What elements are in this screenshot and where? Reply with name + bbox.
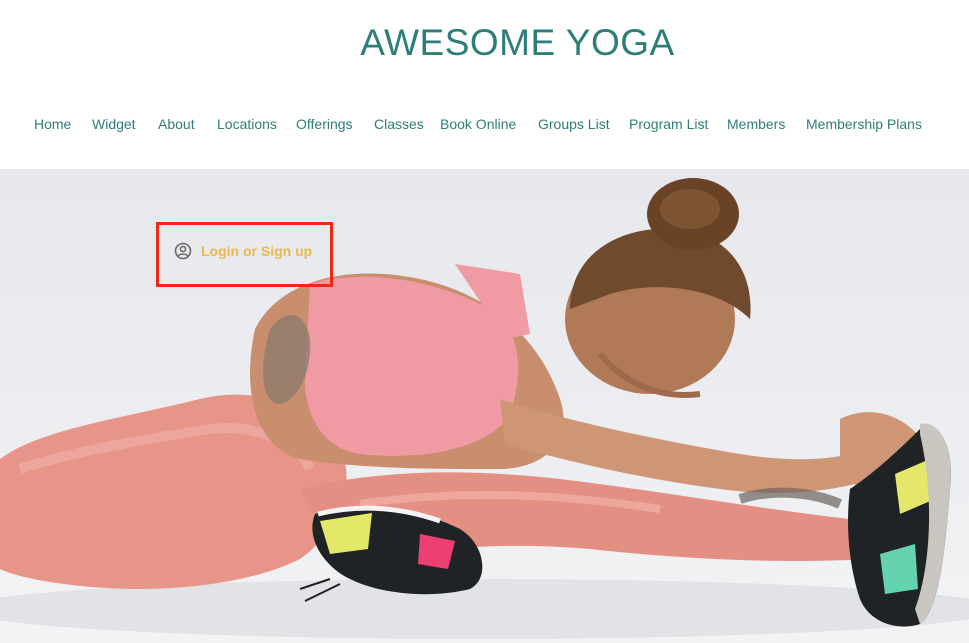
nav-item-members[interactable]: Members [727,113,785,135]
site-header: AWESOME YOGA Home Widget About Locations… [0,0,969,169]
nav-item-membership-plans[interactable]: Membership Plans [806,113,922,135]
nav-item-about[interactable]: About [158,113,195,135]
yoga-stretch-illustration [0,178,969,639]
nav-item-book-online[interactable]: Book Online [440,113,516,135]
nav-item-locations[interactable]: Locations [217,113,277,135]
login-signup-button[interactable]: Login or Sign up [174,240,312,262]
nav-item-home[interactable]: Home [34,113,71,135]
nav-item-offerings[interactable]: Offerings [296,113,353,135]
nav-item-classes[interactable]: Classes [374,113,424,135]
login-signup-label: Login or Sign up [201,243,313,259]
main-nav: Home Widget About Locations Offerings Cl… [0,113,969,135]
nav-item-widget[interactable]: Widget [92,113,136,135]
site-title[interactable]: AWESOME YOGA [0,22,969,64]
nav-item-groups-list[interactable]: Groups List [538,113,610,135]
hero-image [0,169,969,643]
nav-item-program-list[interactable]: Program List [629,113,708,135]
user-circle-icon [174,242,192,260]
